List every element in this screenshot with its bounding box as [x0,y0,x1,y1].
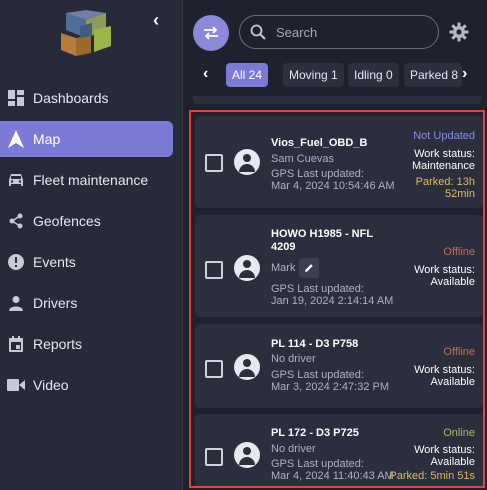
sidebar-item-label: Map [33,131,61,147]
parked-duration-cont: 52min [445,188,475,200]
vehicle-checkbox[interactable] [205,448,223,466]
work-status-value: Available [430,456,475,468]
work-status-value: Maintenance [412,160,475,172]
app-logo [61,10,111,56]
status-badge: Offline [443,346,475,358]
sidebar-item-label: Video [33,377,69,393]
navigation-arrow-icon [7,130,25,148]
sidebar-item-events[interactable]: Events [0,244,182,280]
sidebar-item-dashboards[interactable]: Dashboards [0,80,182,116]
avatar [234,149,260,175]
work-status-label: Work status: [414,264,475,276]
driver-name: Sam Cuevas [271,153,334,165]
vehicle-card[interactable]: PL 172 - D3 P725 No driver GPS Last upda… [195,414,483,486]
calendar-icon [7,335,25,353]
gps-time: Mar 3, 2024 2:47:32 PM [271,381,390,393]
status-tabs: ‹ All 24 Moving 1 Idling 0 Parked 8 › [183,61,487,89]
tabs-prev-icon[interactable]: ‹ [203,65,208,83]
swap-view-button[interactable] [193,15,229,51]
car-icon [7,171,25,189]
tab-idling[interactable]: Idling 0 [348,63,399,87]
sidebar-item-label: Events [33,254,76,270]
driver-name: No driver [271,353,316,365]
driver-name: Mark [271,262,296,274]
parked-duration: Parked: 5min 51s [389,470,475,482]
tab-all[interactable]: All 24 [226,63,269,87]
tabs-next-icon[interactable]: › [462,65,467,83]
avatar [234,354,260,380]
vehicle-name: PL 172 - D3 P725 [271,427,359,439]
search-icon [250,24,266,40]
collapse-sidebar-icon[interactable]: ‹ [153,10,159,31]
work-status-label: Work status: [414,364,475,376]
work-status-value: Available [430,276,475,288]
vehicle-panel: ‹ All 24 Moving 1 Idling 0 Parked 8 › Vi… [183,0,487,490]
status-badge: Not Updated [413,130,475,142]
swap-arrows-icon [204,26,218,40]
sidebar-item-fleet-maintenance[interactable]: Fleet maintenance [0,162,182,198]
vehicle-name: Vios_Fuel_OBD_B [271,137,368,149]
edit-driver-button[interactable] [299,258,319,278]
vehicle-checkbox[interactable] [205,261,223,279]
sidebar: ‹ Dashboards Map Fleet maintenance Geofe… [0,0,183,490]
avatar [234,255,260,281]
tab-moving[interactable]: Moving 1 [283,63,344,87]
sidebar-item-label: Geofences [33,213,101,229]
sidebar-item-geofences[interactable]: Geofences [0,203,182,239]
vehicle-name: HOWO H1985 - NFL [271,228,374,240]
gps-time: Mar 4, 2024 11:40:43 AM [271,470,394,482]
work-status-label: Work status: [414,148,475,160]
pencil-icon [305,264,313,272]
dashboard-icon [7,89,25,107]
sidebar-item-label: Fleet maintenance [33,172,149,188]
search-input[interactable] [274,23,428,41]
avatar [234,442,260,468]
status-badge: Offline [443,246,475,258]
search-box[interactable] [239,15,439,49]
sidebar-item-label: Dashboards [33,90,109,106]
person-icon [7,294,25,312]
sidebar-item-video[interactable]: Video [0,367,182,403]
gear-icon[interactable] [449,22,469,47]
vehicle-card[interactable]: Vios_Fuel_OBD_B Sam Cuevas GPS Last upda… [195,116,483,208]
status-badge: Online [443,427,475,439]
sidebar-item-map[interactable]: Map [0,121,173,157]
work-status-label: Work status: [414,444,475,456]
vehicle-name-cont: 4209 [271,241,296,253]
gps-time: Mar 4, 2024 10:54:46 AM [271,180,395,192]
sidebar-item-reports[interactable]: Reports [0,326,182,362]
alert-icon [7,253,25,271]
sidebar-item-drivers[interactable]: Drivers [0,285,182,321]
video-icon [7,376,25,394]
tab-parked[interactable]: Parked 8 [404,63,462,87]
work-status-value: Available [430,376,475,388]
share-icon [7,212,25,230]
vehicle-card[interactable]: PL 114 - D3 P758 No driver GPS Last upda… [195,324,483,408]
vehicle-card[interactable]: HOWO H1985 - NFL 4209 Mark GPS Last upda… [195,215,483,317]
previous-card-edge [193,96,481,104]
vehicle-name: PL 114 - D3 P758 [271,338,359,350]
sidebar-item-label: Drivers [33,295,78,311]
vehicle-checkbox[interactable] [205,154,223,172]
gps-time: Jan 19, 2024 2:14:14 AM [271,295,394,307]
vehicle-checkbox[interactable] [205,360,223,378]
driver-name: No driver [271,443,316,455]
vehicle-list: Vios_Fuel_OBD_B Sam Cuevas GPS Last upda… [189,110,485,488]
sidebar-item-label: Reports [33,336,83,352]
